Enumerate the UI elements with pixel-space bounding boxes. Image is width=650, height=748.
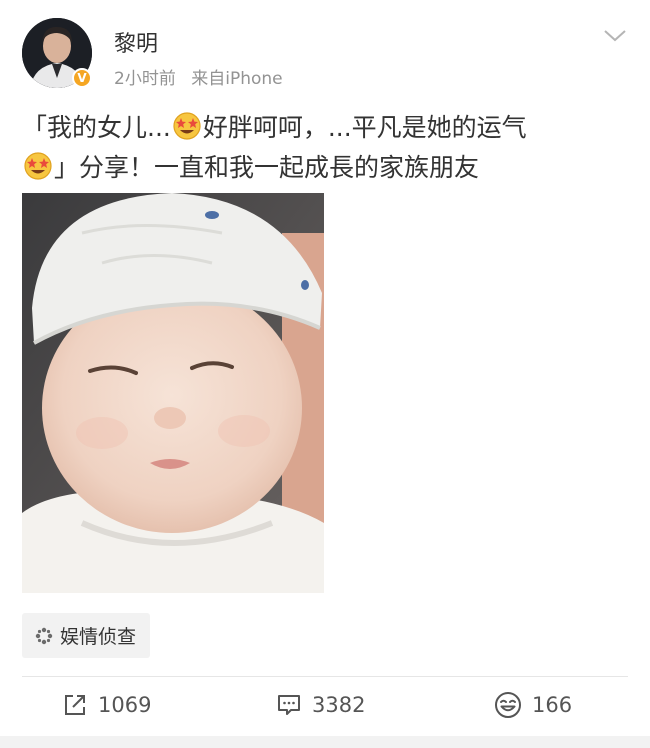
post-time: 2小时前 bbox=[114, 69, 176, 89]
comment-button[interactable]: 3382 bbox=[276, 682, 365, 728]
post-header: V 黎明 2小时前 来自iPhone bbox=[22, 18, 628, 98]
tag-icon bbox=[35, 627, 53, 644]
like-count: 166 bbox=[532, 693, 573, 717]
action-bar: 1069 3382 166 bbox=[0, 682, 650, 728]
post-meta: 2小时前 来自iPhone bbox=[114, 64, 293, 89]
topic-tag-label: 娱情侦查 bbox=[60, 626, 137, 648]
star-struck-emoji-icon bbox=[173, 112, 201, 140]
author-name[interactable]: 黎明 bbox=[114, 26, 158, 58]
post-text: 「我的女儿... 好胖呵呵，...平凡是她的运气 」分享！一直和我一起成長的家族… bbox=[22, 108, 622, 188]
like-icon bbox=[495, 692, 521, 718]
post-photo[interactable] bbox=[22, 193, 324, 593]
verified-icon: V bbox=[72, 68, 92, 88]
repost-count: 1069 bbox=[98, 693, 152, 717]
star-struck-emoji-icon bbox=[24, 152, 52, 180]
post-source: 来自iPhone bbox=[191, 69, 283, 89]
topic-tag[interactable]: 娱情侦查 bbox=[22, 613, 151, 658]
post-text-part1: 「我的女儿... bbox=[22, 113, 171, 142]
repost-button[interactable]: 1069 bbox=[62, 682, 151, 728]
repost-icon bbox=[65, 695, 85, 715]
like-button[interactable]: 166 bbox=[494, 682, 572, 728]
comment-icon bbox=[278, 695, 300, 715]
bottom-strip bbox=[0, 736, 650, 748]
post-text-part3: 」分享！一直和我一起成長的家族朋友 bbox=[54, 153, 480, 182]
comment-count: 3382 bbox=[312, 693, 366, 717]
avatar[interactable]: V bbox=[22, 18, 92, 88]
divider bbox=[22, 676, 628, 677]
post-text-part2: 好胖呵呵，...平凡是她的运气 bbox=[202, 113, 527, 142]
chevron-down-icon[interactable] bbox=[602, 26, 628, 46]
